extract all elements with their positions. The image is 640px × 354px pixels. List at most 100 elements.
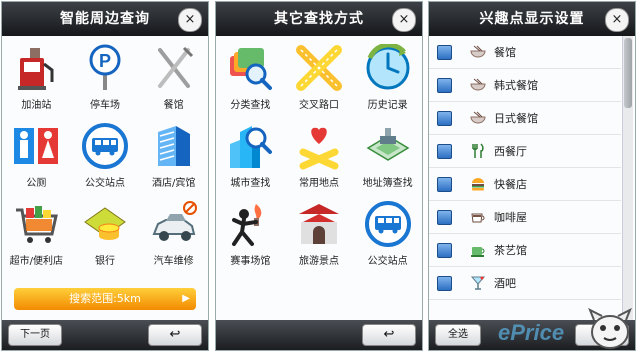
grid-item-label: 餐馆 xyxy=(163,100,184,111)
car-repair-icon xyxy=(152,201,197,241)
fork-knife-icon xyxy=(472,143,484,158)
cocktail-icon xyxy=(470,276,486,290)
footer-bar: ↩ xyxy=(216,320,422,350)
grid-item-label: 汽车维修 xyxy=(153,256,194,267)
back-button[interactable]: ↩ xyxy=(148,324,202,346)
grid-item-restroom[interactable]: 公厕 xyxy=(2,122,71,200)
bowl-icon xyxy=(470,111,486,124)
grid-item-category-search[interactable]: 分类查找 xyxy=(216,44,285,122)
bus-icon xyxy=(364,201,411,247)
grid-item-gas-station[interactable]: 加油站 xyxy=(2,44,71,122)
grid-item-car-repair[interactable]: 汽车维修 xyxy=(139,200,208,278)
bank-icon xyxy=(84,207,126,240)
shopping-cart-icon xyxy=(16,206,59,243)
search-range-button[interactable]: 搜索范围:5km ▶ xyxy=(14,288,196,310)
grid-item-label: 酒店/宾馆 xyxy=(151,178,196,189)
list-item[interactable]: 酒吧 xyxy=(429,267,621,300)
grid-item-label: 旅游景点 xyxy=(298,256,339,267)
grid-item-label: 公厕 xyxy=(26,178,47,189)
poi-label: 咖啡屋 xyxy=(494,211,527,224)
grid-item-scenic-spot[interactable]: 旅游景点 xyxy=(285,200,354,278)
grid-item-history[interactable]: 历史记录 xyxy=(353,44,422,122)
intersection-icon xyxy=(295,45,342,91)
list-item[interactable]: 咖啡屋 xyxy=(429,201,621,234)
poi-label: 快餐店 xyxy=(494,178,527,191)
history-clock-icon xyxy=(366,44,410,90)
grid-item-label: 赛事场馆 xyxy=(230,256,271,267)
poi-category-list: 餐馆 韩式餐馆 日式餐馆 西餐厅 快餐店 咖啡屋 茶艺馆 酒吧 xyxy=(429,36,621,300)
grid-item-label: 银行 xyxy=(94,256,115,267)
grid-item-label: 地址簿查找 xyxy=(362,178,413,189)
scenic-gate-icon xyxy=(298,204,339,244)
grid-item-restaurant[interactable]: 餐馆 xyxy=(139,44,208,122)
grid-item-address-book[interactable]: 地址簿查找 xyxy=(353,122,422,200)
favorite-place-icon xyxy=(299,127,339,170)
grid-item-label: 历史记录 xyxy=(367,100,408,111)
grid-item-label: 分类查找 xyxy=(230,100,271,111)
hotel-icon xyxy=(157,126,190,166)
poi-checkbox[interactable] xyxy=(437,143,452,159)
parking-icon: P xyxy=(89,44,121,90)
grid-item-bank[interactable]: 银行 xyxy=(71,200,140,278)
tea-icon xyxy=(471,247,485,257)
search-range-label: 搜索范围:5km xyxy=(69,292,141,305)
search-method-grid: 分类查找 交叉路口 历史记录 城市查找 常用地点 地址簿查找 赛事场馆 旅游景点… xyxy=(216,44,422,278)
bowl-icon xyxy=(470,78,486,91)
back-button[interactable]: ↩ xyxy=(362,324,416,346)
grid-item-city-search[interactable]: 城市查找 xyxy=(216,122,285,200)
grid-item-favorite-place[interactable]: 常用地点 xyxy=(285,122,354,200)
coffee-icon xyxy=(471,213,485,223)
city-search-icon xyxy=(230,126,273,168)
grid-item-label: 交叉路口 xyxy=(298,100,339,111)
close-button[interactable]: × xyxy=(392,8,416,32)
next-page-button[interactable]: 下一页 xyxy=(8,324,62,346)
grid-item-label: 常用地点 xyxy=(298,178,339,189)
grid-item-label: 加油站 xyxy=(21,100,52,111)
poi-label: 餐馆 xyxy=(494,46,516,59)
list-item[interactable]: 西餐厅 xyxy=(429,135,621,168)
gas-station-icon xyxy=(18,48,54,90)
grid-item-label: 超市/便利店 xyxy=(9,256,64,267)
grid-item-hotel[interactable]: 酒店/宾馆 xyxy=(139,122,208,200)
poi-checkbox[interactable] xyxy=(437,209,452,225)
footer-bar: 下一页 ↩ xyxy=(2,320,208,350)
grid-item-label: 停车场 xyxy=(89,100,120,111)
poi-display-settings-panel: 兴趣点显示设置 × 餐馆 韩式餐馆 日式餐馆 西餐厅 快餐店 咖啡屋 茶艺馆 酒… xyxy=(428,1,636,351)
burger-icon xyxy=(472,178,484,191)
close-button[interactable]: × xyxy=(178,8,202,32)
grid-item-bus-stop[interactable]: 公交站点 xyxy=(353,200,422,278)
restaurant-icon xyxy=(157,46,193,88)
poi-checkbox[interactable] xyxy=(437,176,452,192)
list-item[interactable]: 茶艺馆 xyxy=(429,234,621,267)
category-grid: 加油站 P 停车场 餐馆 公厕 公交站点 酒店/宾馆 超市/便利店 银行 汽车维… xyxy=(2,44,208,278)
category-search-icon xyxy=(230,48,273,90)
grid-item-stadium[interactable]: 赛事场馆 xyxy=(216,200,285,278)
grid-item-intersection[interactable]: 交叉路口 xyxy=(285,44,354,122)
grid-item-label: 城市查找 xyxy=(230,178,271,189)
bus-icon xyxy=(81,123,128,169)
poi-checkbox[interactable] xyxy=(437,275,452,291)
list-item[interactable]: 快餐店 xyxy=(429,168,621,201)
grid-item-bus-stop[interactable]: 公交站点 xyxy=(71,122,140,200)
watermark: ePrice xyxy=(498,320,565,345)
list-item[interactable]: 餐馆 xyxy=(429,36,621,69)
mascot-icon xyxy=(588,307,632,349)
close-button[interactable]: × xyxy=(605,8,629,32)
poi-label: 韩式餐馆 xyxy=(494,79,538,92)
scrollbar-thumb[interactable] xyxy=(624,38,632,108)
restroom-icon xyxy=(14,128,59,164)
poi-checkbox[interactable] xyxy=(437,242,452,258)
poi-label: 茶艺馆 xyxy=(494,244,527,257)
other-search-panel: 其它查找方式 × 分类查找 交叉路口 历史记录 城市查找 常用地点 地址簿查找 … xyxy=(215,1,423,351)
select-all-button[interactable]: 全选 xyxy=(435,324,481,346)
list-item[interactable]: 韩式餐馆 xyxy=(429,69,621,102)
scrollbar[interactable] xyxy=(622,36,633,320)
grid-item-parking[interactable]: P 停车场 xyxy=(71,44,140,122)
nearby-search-panel: 智能周边查询 × 加油站 P 停车场 餐馆 公厕 公交站点 酒店/宾馆 超市/便… xyxy=(1,1,209,351)
bowl-icon xyxy=(470,45,486,58)
grid-item-supermarket[interactable]: 超市/便利店 xyxy=(2,200,71,278)
poi-checkbox[interactable] xyxy=(437,110,452,126)
poi-checkbox[interactable] xyxy=(437,77,452,93)
poi-checkbox[interactable] xyxy=(437,44,452,60)
list-item[interactable]: 日式餐馆 xyxy=(429,102,621,135)
